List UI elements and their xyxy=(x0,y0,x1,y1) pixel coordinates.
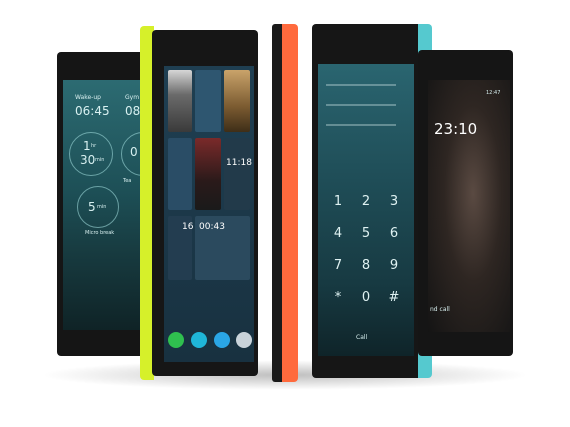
dial-key-8[interactable]: 8 xyxy=(356,258,376,273)
dial-key-star[interactable]: * xyxy=(328,290,348,305)
timer-small-label: Tea xyxy=(123,178,132,184)
dial-key-6[interactable]: 6 xyxy=(384,226,404,241)
alarm-label-2: Gym xyxy=(125,94,140,101)
timer-dial-3: 5 min xyxy=(77,186,119,228)
dial-key-2[interactable]: 2 xyxy=(356,194,376,209)
phone-black-right-screen: 12:47 23:10 nd call xyxy=(428,80,510,332)
clock-tile-time: 11:18 xyxy=(226,158,252,168)
dial-key-7[interactable]: 7 xyxy=(328,258,348,273)
phone-yellow-screen: 11:18 16 00:43 xyxy=(164,66,254,362)
timer-hours-unit: hr xyxy=(91,143,97,149)
dial-key-5[interactable]: 5 xyxy=(356,226,376,241)
phone-yellow: 11:18 16 00:43 xyxy=(140,26,260,380)
lock-bottom-text: nd call xyxy=(430,306,450,313)
dial-key-1[interactable]: 1 xyxy=(328,194,348,209)
dial-key-4[interactable]: 4 xyxy=(328,226,348,241)
alarm-label-1: Wake-up xyxy=(75,94,101,101)
timer-bottom: 5 xyxy=(88,200,96,214)
dial-key-hash[interactable]: # xyxy=(384,290,404,305)
calendar-date: 16 xyxy=(182,222,194,232)
phone-cyan-screen: 1 2 3 4 5 6 7 8 9 * 0 # Call xyxy=(318,64,414,356)
photo-tile-1 xyxy=(168,70,192,132)
alarm-time-1: 06:45 xyxy=(75,104,110,118)
browser-app-icon xyxy=(214,332,230,348)
phone-orange-back xyxy=(282,24,298,382)
music-tile xyxy=(195,138,221,210)
phone-orange-front xyxy=(272,24,282,382)
timer-bottom-unit: min xyxy=(97,204,107,210)
timer-dial-1: 1 hr 30 min xyxy=(69,132,113,176)
camera-app-icon xyxy=(236,332,252,348)
timer-minutes: 30 xyxy=(80,153,96,167)
product-photo: Wake-up Gym 06:45 08:00 1 hr 30 min 0 Te… xyxy=(0,0,570,427)
call-button-label[interactable]: Call xyxy=(356,334,367,341)
timer-hours: 1 xyxy=(83,139,91,153)
phone-black-left-screen: Wake-up Gym 06:45 08:00 1 hr 30 min 0 Te… xyxy=(63,80,149,330)
app-tile-1 xyxy=(195,70,221,132)
timer-minutes-unit: min xyxy=(95,157,105,163)
timer-bottom-label: Micro break xyxy=(85,230,115,236)
call-log xyxy=(326,74,396,154)
clock-tile: 11:18 xyxy=(224,138,252,210)
lock-clock: 23:10 xyxy=(434,120,478,138)
timer-tile: 00:43 xyxy=(195,216,250,280)
app-tile-2 xyxy=(168,138,192,210)
status-time: 12:47 xyxy=(486,90,501,96)
photo-tile-2 xyxy=(224,70,250,132)
dial-key-0[interactable]: 0 xyxy=(356,290,376,305)
dial-key-9[interactable]: 9 xyxy=(384,258,404,273)
messages-app-icon xyxy=(191,332,207,348)
dial-key-3[interactable]: 3 xyxy=(384,194,404,209)
phone-orange-edge xyxy=(272,24,298,382)
phone-cyan: 1 2 3 4 5 6 7 8 9 * 0 # Call xyxy=(312,24,432,380)
phone-app-icon xyxy=(168,332,184,348)
timer-tile-time: 00:43 xyxy=(199,222,225,232)
calendar-tile: 16 xyxy=(168,216,194,280)
timer-right: 0 xyxy=(130,145,138,159)
phone-black-right: 12:47 23:10 nd call xyxy=(418,50,513,356)
phone-black-left: Wake-up Gym 06:45 08:00 1 hr 30 min 0 Te… xyxy=(57,52,149,356)
